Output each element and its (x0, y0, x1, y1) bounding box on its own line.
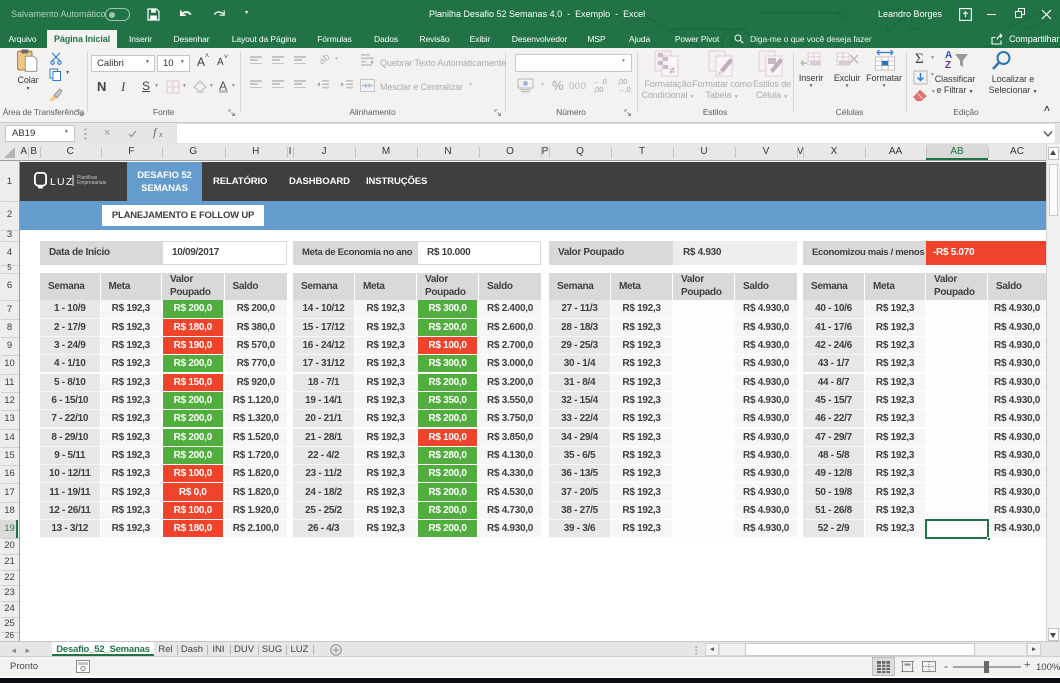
svg-text:≠: ≠ (669, 65, 675, 77)
